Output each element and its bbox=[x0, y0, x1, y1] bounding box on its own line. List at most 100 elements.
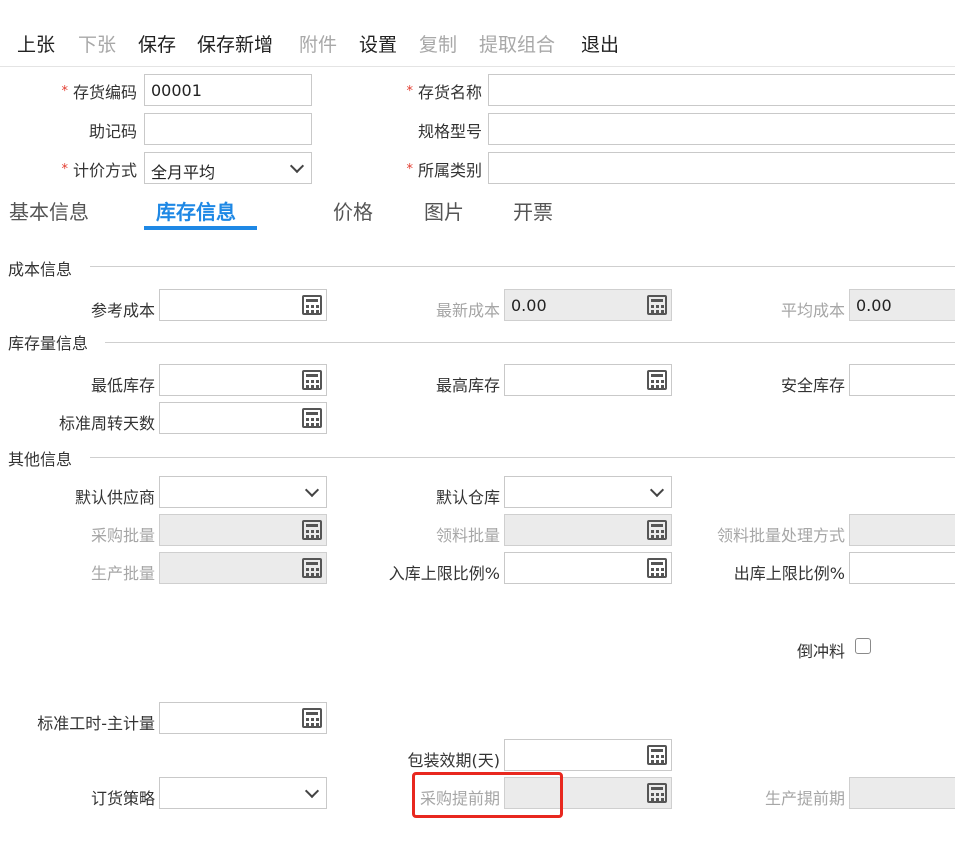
highlight-box bbox=[412, 772, 563, 818]
purchase-batch-label: 采购批量 bbox=[90, 526, 155, 545]
production-lead-input bbox=[849, 777, 955, 809]
tab-image[interactable]: 图片 bbox=[424, 196, 464, 225]
code-label-text: 存货编码 bbox=[72, 83, 137, 102]
exit-button[interactable]: 退出 bbox=[581, 30, 619, 57]
calculator-icon bbox=[647, 295, 667, 315]
pricing-label: * 计价方式 bbox=[20, 157, 137, 181]
default-warehouse-select[interactable] bbox=[504, 476, 672, 508]
avg-cost-input: 0.00 bbox=[849, 289, 955, 321]
save-new-button[interactable]: 保存新增 bbox=[197, 30, 273, 57]
backflush-checkbox[interactable] bbox=[855, 638, 871, 654]
latest-cost-value: 0.00 bbox=[511, 296, 547, 315]
tab-basic-info[interactable]: 基本信息 bbox=[9, 196, 89, 225]
backflush-label: 倒冲料 bbox=[796, 642, 845, 661]
latest-cost-label: 最新成本 bbox=[435, 301, 500, 320]
avg-cost-label: 平均成本 bbox=[780, 301, 845, 320]
prev-button[interactable]: 上张 bbox=[17, 30, 55, 57]
chevron-down-icon bbox=[289, 158, 305, 174]
chevron-down-icon bbox=[304, 783, 320, 799]
turnover-days-label: 标准周转天数 bbox=[58, 414, 155, 433]
save-button[interactable]: 保存 bbox=[138, 30, 176, 57]
min-stock-input[interactable] bbox=[159, 364, 327, 396]
std-hours-input[interactable] bbox=[159, 702, 327, 734]
avg-cost-value: 0.00 bbox=[856, 296, 892, 315]
name-label: * 存货名称 bbox=[360, 79, 482, 103]
copy-button: 复制 bbox=[419, 34, 458, 56]
section-other-title: 其他信息 bbox=[8, 446, 83, 470]
ref-cost-input[interactable] bbox=[159, 289, 327, 321]
min-stock-label: 最低库存 bbox=[90, 376, 155, 395]
settings-button[interactable]: 设置 bbox=[359, 30, 397, 57]
calculator-icon[interactable] bbox=[302, 408, 322, 428]
calculator-icon bbox=[647, 520, 667, 540]
shelf-life-input[interactable] bbox=[504, 739, 672, 771]
order-policy-select[interactable] bbox=[159, 777, 327, 809]
calculator-icon[interactable] bbox=[647, 558, 667, 578]
required-mark: * bbox=[406, 84, 413, 99]
section-stock-title: 库存量信息 bbox=[8, 330, 99, 354]
pricing-label-text: 计价方式 bbox=[72, 161, 137, 180]
spec-input[interactable] bbox=[488, 113, 955, 145]
extract-combo-button: 提取组合 bbox=[479, 34, 556, 56]
name-input[interactable] bbox=[488, 74, 955, 106]
section-divider bbox=[90, 457, 955, 458]
attachment-button: 附件 bbox=[299, 34, 338, 56]
pick-batch-mode-label: 领料批量处理方式 bbox=[716, 526, 845, 545]
calculator-icon[interactable] bbox=[302, 295, 322, 315]
chevron-down-icon bbox=[304, 482, 320, 498]
toolbar-divider bbox=[0, 66, 955, 67]
spec-label: 规格型号 bbox=[417, 122, 482, 141]
safe-stock-label: 安全库存 bbox=[780, 376, 845, 395]
code-label: * 存货编码 bbox=[20, 79, 137, 103]
pick-batch-mode-select bbox=[849, 514, 955, 546]
tab-stock-info[interactable]: 库存信息 bbox=[156, 196, 236, 225]
default-supplier-label: 默认供应商 bbox=[74, 488, 155, 507]
category-label: * 所属类别 bbox=[360, 157, 482, 181]
category-select[interactable] bbox=[488, 152, 955, 184]
max-stock-input[interactable] bbox=[504, 364, 672, 396]
chevron-down-icon bbox=[649, 482, 665, 498]
inbound-ratio-input[interactable] bbox=[504, 552, 672, 584]
shelf-life-label: 包装效期(天) bbox=[407, 751, 501, 770]
latest-cost-input: 0.00 bbox=[504, 289, 672, 321]
production-lead-label: 生产提前期 bbox=[764, 789, 845, 808]
ref-cost-label: 参考成本 bbox=[90, 301, 155, 320]
default-supplier-select[interactable] bbox=[159, 476, 327, 508]
active-tab-underline bbox=[144, 226, 257, 230]
order-policy-label: 订货策略 bbox=[90, 789, 155, 808]
pick-batch-input bbox=[504, 514, 672, 546]
calculator-icon[interactable] bbox=[647, 745, 667, 765]
max-stock-label: 最高库存 bbox=[435, 376, 500, 395]
default-warehouse-label: 默认仓库 bbox=[435, 488, 500, 507]
name-label-text: 存货名称 bbox=[417, 83, 482, 102]
tab-price[interactable]: 价格 bbox=[333, 196, 373, 225]
calculator-icon[interactable] bbox=[302, 370, 322, 390]
production-batch-input bbox=[159, 552, 327, 584]
required-mark: * bbox=[61, 162, 68, 177]
purchase-batch-input bbox=[159, 514, 327, 546]
std-hours-label: 标准工时-主计量 bbox=[37, 714, 155, 733]
production-batch-label: 生产批量 bbox=[90, 564, 155, 583]
inbound-ratio-label: 入库上限比例% bbox=[388, 564, 500, 583]
category-label-text: 所属类别 bbox=[417, 161, 482, 180]
turnover-days-input[interactable] bbox=[159, 402, 327, 434]
section-divider bbox=[105, 342, 955, 343]
code-value: 00001 bbox=[151, 81, 202, 100]
calculator-icon bbox=[302, 558, 322, 578]
calculator-icon[interactable] bbox=[647, 370, 667, 390]
tab-invoice[interactable]: 开票 bbox=[513, 196, 553, 225]
calculator-icon[interactable] bbox=[302, 708, 322, 728]
section-divider bbox=[90, 266, 955, 267]
mnemonic-label: 助记码 bbox=[88, 122, 137, 141]
next-button: 下张 bbox=[78, 34, 117, 56]
pricing-value: 全月平均 bbox=[151, 163, 216, 182]
safe-stock-input[interactable] bbox=[849, 364, 955, 396]
pricing-select[interactable]: 全月平均 bbox=[144, 152, 312, 184]
pick-batch-label: 领料批量 bbox=[435, 526, 500, 545]
required-mark: * bbox=[61, 84, 68, 99]
mnemonic-input[interactable] bbox=[144, 113, 312, 145]
calculator-icon bbox=[647, 783, 667, 803]
required-mark: * bbox=[406, 162, 413, 177]
code-input[interactable]: 00001 bbox=[144, 74, 312, 106]
outbound-ratio-input[interactable] bbox=[849, 552, 955, 584]
